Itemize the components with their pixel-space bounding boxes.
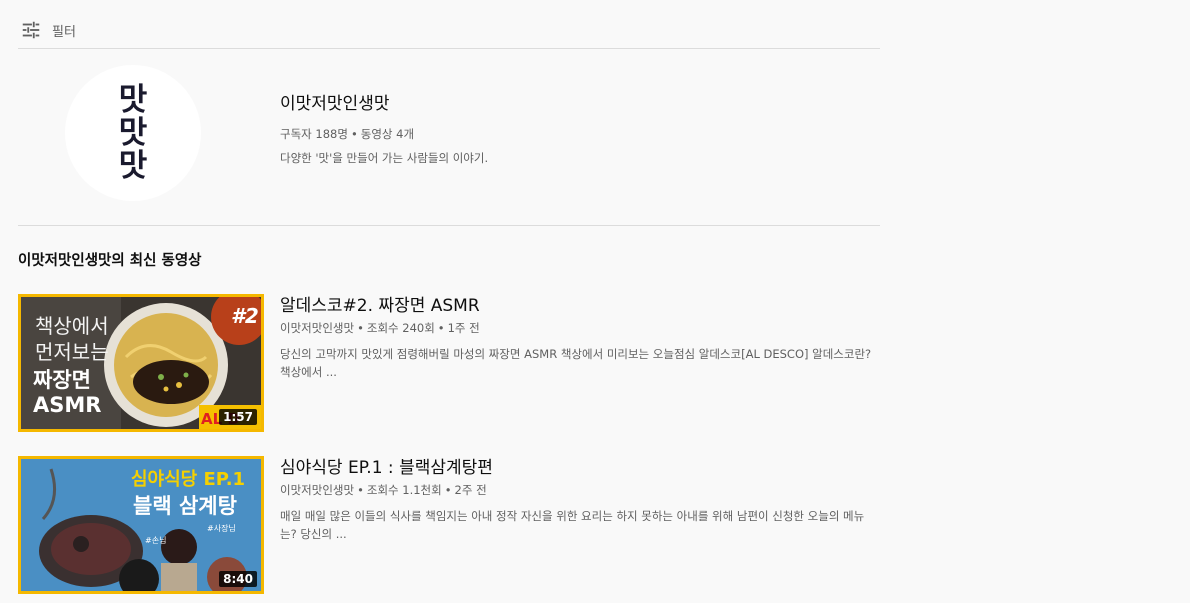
channel-info: 이맛저맛인생맛 구독자 188명 • 동영상 4개 다양한 '맛'을 만들어 가는 … [280, 89, 488, 166]
video-title[interactable]: 알데스코#2. 짜장면 ASMR [280, 295, 880, 317]
video-duration: 1:57 [219, 409, 257, 425]
view-count: 조회수 1.1천회 [366, 483, 442, 497]
channel-avatar[interactable]: 맛 맛 맛 [65, 65, 201, 201]
thumb-badge: #2 [231, 304, 259, 328]
thumb-line: 블랙 삼계탕 [133, 494, 237, 518]
video-description: 당신의 고막까지 맛있게 점령해버릴 마성의 짜장면 ASMR 책상에서 미리보… [280, 347, 872, 379]
video-count: 동영상 4개 [360, 127, 415, 141]
channel-name[interactable]: 이맛저맛인생맛 [280, 89, 488, 114]
avatar-text-line: 맛 [118, 81, 148, 118]
channel-description: 다양한 '맛'을 만들어 가는 사람들의 이야기. [280, 151, 489, 165]
video-description: 매일 매일 많은 이들의 식사를 책임지는 아내 정작 자신을 위한 요리는 하… [280, 509, 865, 541]
separator-dot: • [444, 483, 452, 497]
channel-meta: 구독자 188명 • 동영상 4개 [280, 126, 488, 142]
thumb-tag: #사장님 [207, 523, 236, 533]
subscriber-count: 구독자 188명 [280, 127, 348, 141]
thumb-line: ASMR [33, 393, 101, 417]
separator-dot: • [350, 127, 358, 141]
video-thumbnail[interactable]: AL D #2 책상에서 먼저보는 짜장면 ASMR 1:57 [18, 294, 264, 432]
channel-result[interactable]: 맛 맛 맛 이맛저맛인생맛 구독자 188명 • 동영상 4개 다양한 '맛'을 만… [18, 49, 880, 226]
video-info: 알데스코#2. 짜장면 ASMR 이맛저맛인생맛 • 조회수 240회 • 1주 전 당… [280, 294, 880, 381]
video-result[interactable]: AL D #2 책상에서 먼저보는 짜장면 ASMR 1:57 알데스코#2. … [18, 294, 880, 432]
thumb-line: 책상에서 [35, 314, 109, 338]
view-count: 조회수 240회 [366, 321, 435, 335]
filter-button-label[interactable]: 필터 [52, 21, 76, 40]
thumb-line: 짜장면 [33, 368, 91, 392]
separator-dot: • [437, 321, 445, 335]
video-meta: 이맛저맛인생맛 • 조회수 1.1천회 • 2주 전 [280, 482, 880, 498]
upload-age: 2주 전 [454, 483, 487, 497]
thumb-line: 심야식당 EP.1 [131, 469, 245, 490]
video-title[interactable]: 심야식당 EP.1 : 블랙삼계탕편 [280, 457, 880, 479]
separator-dot: • [357, 321, 364, 335]
avatar-text-line: 맛 [118, 114, 148, 151]
filter-sliders-icon[interactable] [20, 19, 42, 41]
avatar-text-line: 맛 [118, 147, 148, 184]
video-duration: 8:40 [219, 571, 257, 587]
separator-dot: • [357, 483, 364, 497]
thumb-line: 먼저보는 [35, 340, 109, 364]
thumb-tag: #손님 [145, 536, 166, 545]
video-meta: 이맛저맛인생맛 • 조회수 240회 • 1주 전 [280, 320, 880, 336]
video-thumbnail[interactable]: 심야식당 EP.1 블랙 삼계탕 #손님 #사장님 8:40 [18, 456, 264, 594]
video-channel[interactable]: 이맛저맛인생맛 [280, 321, 354, 335]
video-channel[interactable]: 이맛저맛인생맛 [280, 483, 354, 497]
filter-bar: 필터 [18, 14, 880, 49]
upload-age: 1주 전 [447, 321, 480, 335]
video-result[interactable]: 심야식당 EP.1 블랙 삼계탕 #손님 #사장님 8:40 심야식당 EP.1… [18, 456, 880, 594]
section-title: 이맛저맛인생맛의 최신 동영상 [18, 253, 202, 269]
video-info: 심야식당 EP.1 : 블랙삼계탕편 이맛저맛인생맛 • 조회수 1.1천회 • 2주 … [280, 456, 880, 543]
